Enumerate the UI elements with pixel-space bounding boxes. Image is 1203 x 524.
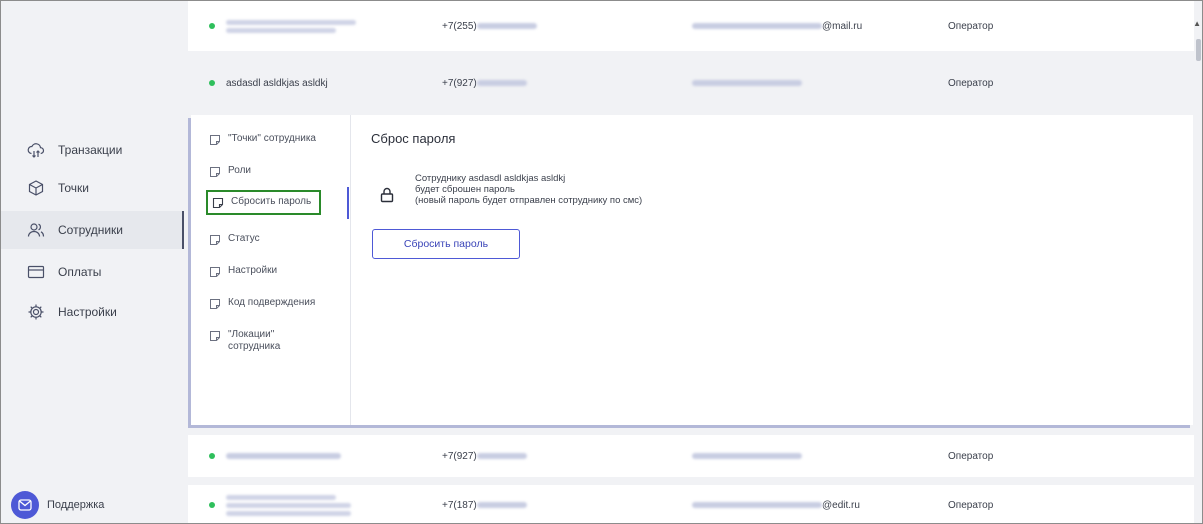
blurred-text bbox=[226, 19, 356, 25]
note-icon bbox=[210, 331, 220, 341]
status-online-dot bbox=[209, 502, 215, 508]
employee-phone: +7(927) bbox=[442, 451, 527, 462]
employee-phone: +7(927) bbox=[442, 78, 527, 89]
note-icon bbox=[210, 267, 220, 277]
chat-icon bbox=[11, 491, 39, 519]
blurred-text bbox=[226, 502, 351, 508]
lock-icon bbox=[380, 187, 394, 203]
reset-password-message: Сотруднику asdasdl asldkjas asldkj будет… bbox=[415, 173, 643, 206]
employee-phone: +7(187) bbox=[442, 500, 527, 511]
employee-role: Оператор bbox=[948, 77, 994, 89]
employee-name: asdasdl asldkjas asldkj bbox=[226, 77, 328, 89]
table-row[interactable]: +7(255) @mail.ru Оператор bbox=[188, 1, 1196, 51]
employees-table: +7(255) @mail.ru Оператор asdasdl asldkj… bbox=[188, 1, 1196, 523]
menu-item-label: Настройки bbox=[228, 265, 278, 276]
support-label: Поддержка bbox=[47, 499, 105, 511]
employee-phone: +7(255) bbox=[442, 21, 537, 32]
cube-icon bbox=[26, 178, 46, 198]
menu-item-label: "Точки" сотрудника bbox=[228, 133, 316, 144]
support-button[interactable]: Поддержка bbox=[11, 491, 104, 519]
scroll-up-arrow-icon[interactable]: ▲ bbox=[1193, 19, 1201, 28]
sidebar-item-settings[interactable]: Настройки bbox=[1, 293, 184, 331]
sidebar-item-points[interactable]: Точки bbox=[1, 169, 184, 207]
menu-item-reset-password[interactable]: Сбросить пароль bbox=[206, 190, 322, 215]
employee-name bbox=[226, 17, 426, 36]
app-window: Транзакции Точки Сотрудники Оплаты Настр… bbox=[0, 0, 1203, 524]
reset-password-button[interactable]: Сбросить пароль bbox=[372, 229, 520, 259]
menu-item-label: "Локации" сотрудника bbox=[228, 329, 281, 352]
blurred-text bbox=[226, 27, 336, 33]
scroll-thumb[interactable] bbox=[1196, 39, 1201, 61]
sidebar-item-label: Точки bbox=[58, 181, 90, 195]
note-icon bbox=[212, 197, 224, 209]
sidebar-item-label: Оплаты bbox=[58, 265, 102, 279]
employee-name bbox=[226, 492, 426, 519]
status-online-dot bbox=[209, 453, 215, 459]
blurred-text bbox=[226, 510, 351, 516]
menu-item-label: Код подверждения bbox=[228, 297, 316, 308]
note-icon bbox=[210, 167, 220, 177]
sidebar-item-label: Настройки bbox=[58, 305, 117, 319]
employee-name bbox=[226, 451, 426, 462]
table-row-expanded[interactable]: asdasdl asldkjas asldkj +7(927) Оператор bbox=[188, 55, 1196, 111]
menu-item-status[interactable]: Статус bbox=[209, 233, 260, 246]
vertical-scrollbar[interactable]: ▲ bbox=[1193, 1, 1202, 523]
gear-icon bbox=[26, 302, 46, 322]
sidebar-item-label: Сотрудники bbox=[58, 223, 123, 237]
table-row[interactable]: +7(187) @edit.ru Оператор bbox=[188, 485, 1196, 523]
status-online-dot bbox=[209, 80, 215, 86]
employee-email: @mail.ru bbox=[692, 21, 862, 32]
sidebar-item-label: Транзакции bbox=[58, 143, 123, 157]
menu-item-label: Сбросить пароль bbox=[231, 196, 312, 207]
table-row[interactable]: +7(927) Оператор bbox=[188, 435, 1196, 477]
menu-item-label: Роли bbox=[228, 165, 251, 176]
sidebar-item-payments[interactable]: Оплаты bbox=[1, 253, 184, 291]
employee-role: Оператор bbox=[948, 20, 994, 32]
card-icon bbox=[26, 262, 46, 282]
sidebar-item-transactions[interactable]: Транзакции bbox=[1, 131, 184, 169]
employee-email bbox=[692, 451, 802, 462]
active-menu-indicator bbox=[347, 187, 349, 219]
menu-item-settings[interactable]: Настройки bbox=[209, 265, 277, 278]
employee-role: Оператор bbox=[948, 499, 994, 511]
employee-details-panel: "Точки" сотрудника Роли Сбросить пароль … bbox=[191, 115, 1193, 425]
employee-role: Оператор bbox=[948, 450, 994, 462]
note-icon bbox=[210, 135, 220, 145]
menu-item-confirmation-code[interactable]: Код подверждения bbox=[209, 297, 315, 310]
menu-item-roles[interactable]: Роли bbox=[209, 165, 251, 178]
cloud-transfer-icon bbox=[26, 140, 46, 160]
reset-password-title: Сброс пароля bbox=[371, 131, 456, 146]
menu-item-employee-points[interactable]: "Точки" сотрудника bbox=[209, 133, 316, 146]
note-icon bbox=[210, 235, 220, 245]
note-icon bbox=[210, 299, 220, 309]
menu-item-employee-locations[interactable]: "Локации" сотрудника bbox=[209, 329, 329, 353]
users-icon bbox=[26, 220, 46, 240]
menu-item-label: Статус bbox=[228, 233, 260, 244]
status-online-dot bbox=[209, 23, 215, 29]
employee-email bbox=[692, 78, 802, 89]
sidebar: Транзакции Точки Сотрудники Оплаты Настр… bbox=[1, 1, 184, 523]
employee-actions-menu: "Точки" сотрудника Роли Сбросить пароль … bbox=[191, 115, 351, 425]
sidebar-item-employees[interactable]: Сотрудники bbox=[1, 211, 184, 249]
employee-email: @edit.ru bbox=[692, 500, 860, 511]
blurred-text bbox=[226, 494, 336, 500]
